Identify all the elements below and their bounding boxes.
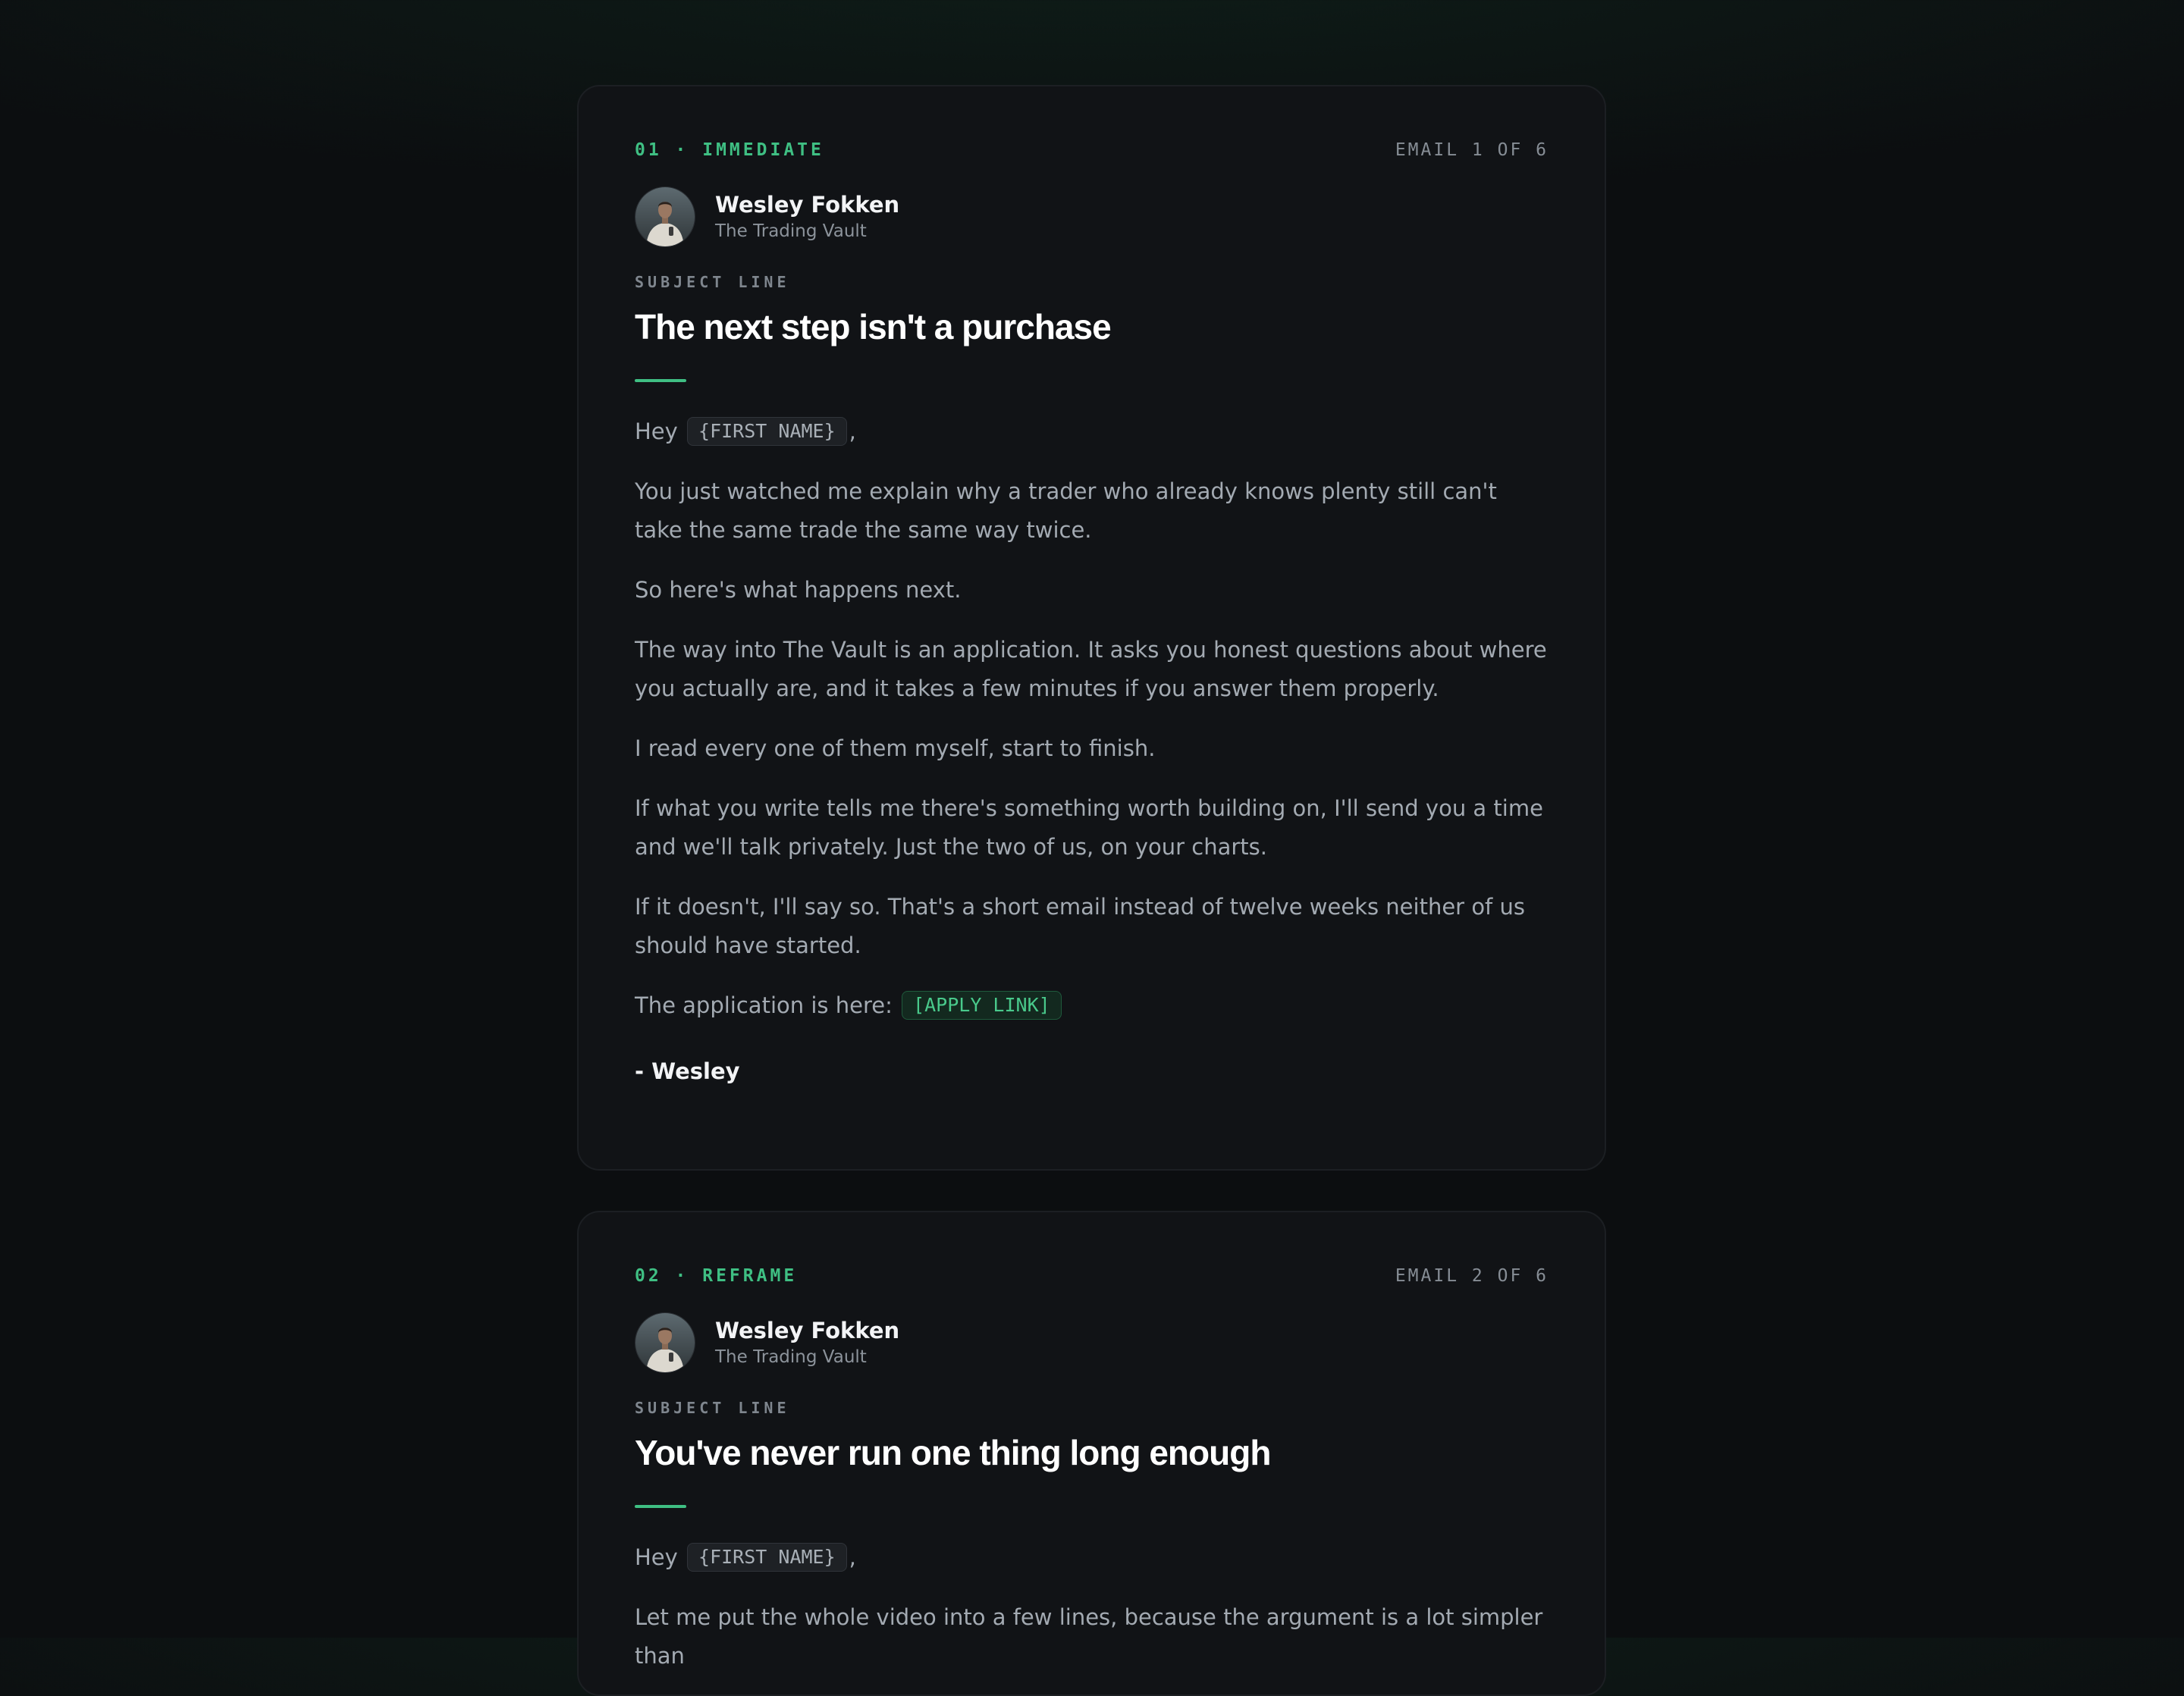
subject-label: SUBJECT LINE — [635, 1399, 790, 1417]
email-card: 02 · REFRAME EMAIL 2 OF 6 Wesley Fokken … — [577, 1211, 1606, 1696]
email-subject: You've never run one thing long enough — [635, 1433, 1271, 1472]
subject-label: SUBJECT LINE — [635, 273, 790, 291]
body-paragraph: The way into The Vault is an application… — [635, 637, 1547, 701]
email-counter: EMAIL 1 OF 6 — [1395, 140, 1549, 160]
sender-organization: The Trading Vault — [715, 1347, 867, 1367]
greeting-punctuation: , — [849, 419, 856, 444]
greeting-text: Hey — [635, 1544, 678, 1570]
card-header: 02 · REFRAME EMAIL 2 OF 6 — [635, 1264, 1549, 1288]
apply-link[interactable]: [APPLY LINK] — [902, 991, 1062, 1020]
accent-divider — [635, 379, 686, 382]
greeting-punctuation: , — [849, 1544, 856, 1570]
apply-line: The application is here: [APPLY LINK] — [635, 986, 1549, 1025]
sender-organization: The Trading Vault — [715, 221, 867, 241]
body-paragraph: So here's what happens next. — [635, 577, 962, 603]
body-paragraph: I read every one of them myself, start t… — [635, 735, 1156, 761]
sender-name: Wesley Fokken — [715, 1318, 900, 1343]
greeting: Hey {FIRST NAME}, — [635, 1538, 1549, 1577]
sender-block: Wesley Fokken The Trading Vault — [635, 1312, 1549, 1373]
email-stage-tag: 01 · IMMEDIATE — [635, 140, 824, 160]
email-body: Hey {FIRST NAME}, You just watched me ex… — [635, 412, 1549, 1025]
avatar — [635, 187, 695, 247]
email-stage-tag: 02 · REFRAME — [635, 1266, 798, 1286]
accent-divider — [635, 1505, 686, 1508]
card-header: 01 · IMMEDIATE EMAIL 1 OF 6 — [635, 138, 1549, 162]
body-paragraph: You just watched me explain why a trader… — [635, 478, 1497, 543]
signoff: - Wesley — [635, 1058, 740, 1084]
first-name-placeholder: {FIRST NAME} — [687, 417, 847, 446]
email-subject: The next step isn't a purchase — [635, 307, 1112, 346]
greeting-text: Hey — [635, 419, 678, 444]
email-card: 01 · IMMEDIATE EMAIL 1 OF 6 Wesley Fokke… — [577, 85, 1606, 1171]
body-paragraph: Let me put the whole video into a few li… — [635, 1604, 1543, 1669]
first-name-placeholder: {FIRST NAME} — [687, 1543, 847, 1572]
greeting: Hey {FIRST NAME}, — [635, 412, 1549, 451]
avatar — [635, 1312, 695, 1373]
apply-text: The application is here: — [635, 992, 893, 1018]
email-body: Hey {FIRST NAME}, Let me put the whole v… — [635, 1538, 1549, 1676]
sender-block: Wesley Fokken The Trading Vault — [635, 187, 1549, 247]
body-paragraph: If what you write tells me there's somet… — [635, 795, 1543, 860]
sender-name: Wesley Fokken — [715, 192, 900, 218]
email-counter: EMAIL 2 OF 6 — [1395, 1266, 1549, 1286]
body-paragraph: If it doesn't, I'll say so. That's a sho… — [635, 894, 1525, 958]
